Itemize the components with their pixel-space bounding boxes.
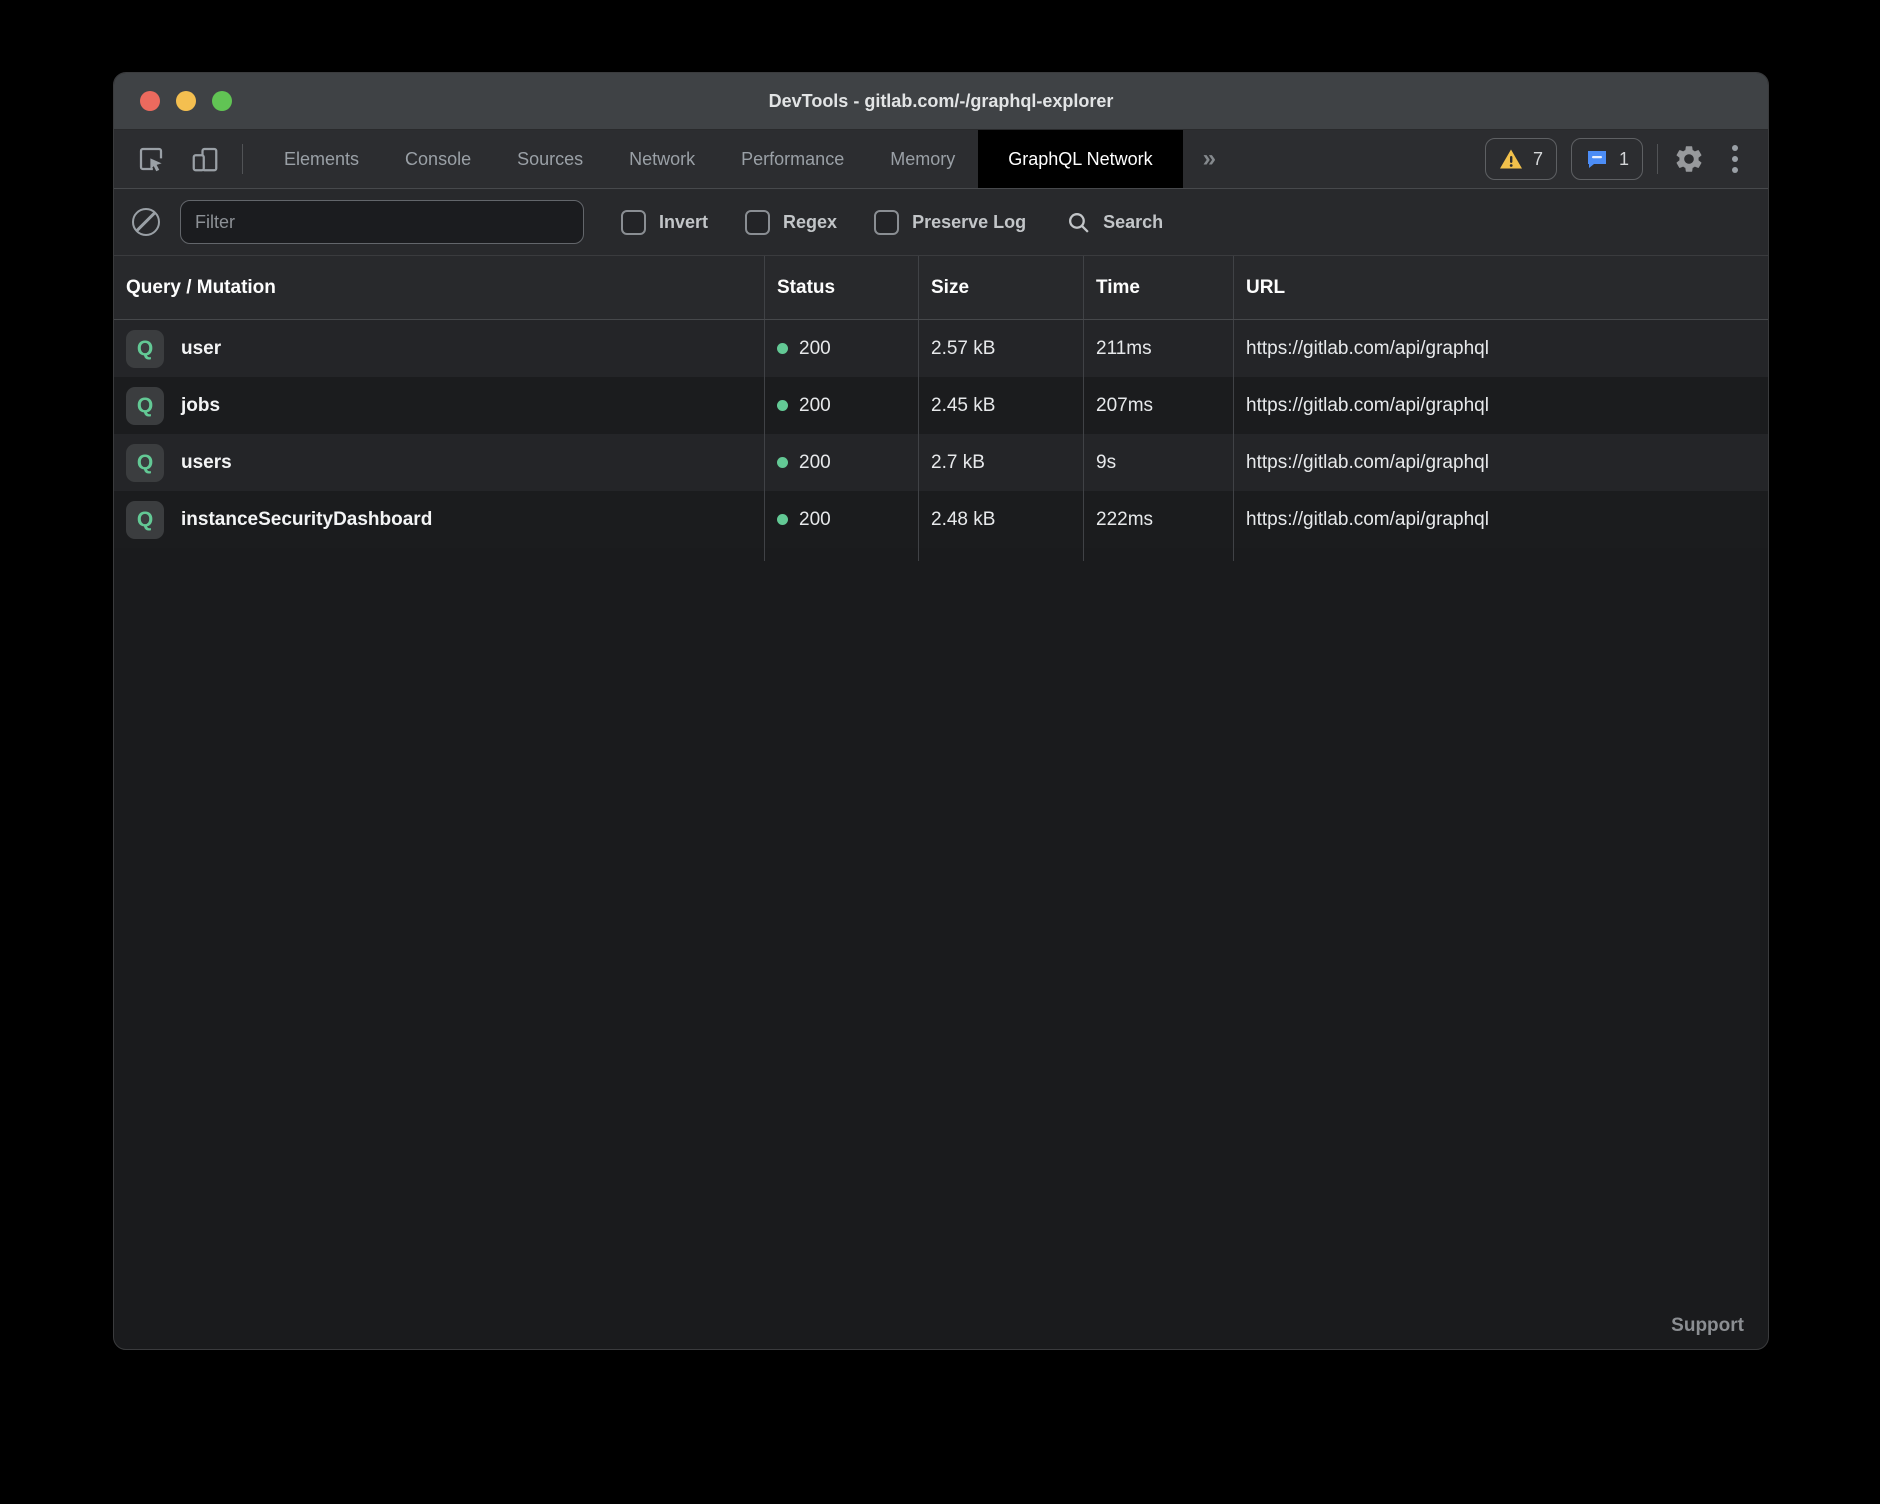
minimize-icon[interactable] bbox=[176, 91, 196, 111]
query-type-icon: Q bbox=[126, 330, 164, 368]
table-header-row: Query / Mutation Status Size Time URL bbox=[114, 256, 1768, 320]
invert-checkbox[interactable] bbox=[621, 210, 646, 235]
requests-table: Query / Mutation Status Size Time URL Q … bbox=[114, 256, 1768, 561]
more-tabs-button[interactable]: » bbox=[1183, 130, 1236, 188]
filter-bar: Invert Regex Preserve Log Search bbox=[114, 189, 1768, 256]
query-name: jobs bbox=[181, 395, 220, 417]
column-header-status[interactable]: Status bbox=[764, 256, 918, 319]
tab-memory[interactable]: Memory bbox=[867, 130, 978, 188]
toolbar-divider bbox=[1657, 144, 1658, 174]
message-count: 1 bbox=[1619, 149, 1629, 170]
status-code: 200 bbox=[799, 338, 831, 360]
invert-checkbox-label: Invert bbox=[659, 212, 708, 233]
response-size: 2.7 kB bbox=[931, 452, 985, 474]
search-button[interactable]: Search bbox=[1066, 210, 1163, 235]
response-size: 2.57 kB bbox=[931, 338, 995, 360]
request-row[interactable]: Q instanceSecurityDashboard 200 2.48 kB … bbox=[114, 491, 1768, 548]
request-row[interactable]: Q jobs 200 2.45 kB 207ms https://gitlab.… bbox=[114, 377, 1768, 434]
window-title: DevTools - gitlab.com/-/graphql-explorer bbox=[769, 91, 1114, 112]
titlebar: DevTools - gitlab.com/-/graphql-explorer bbox=[114, 73, 1768, 130]
regex-checkbox-label: Regex bbox=[783, 212, 837, 233]
toolbar-left-icons bbox=[114, 130, 261, 188]
gear-icon[interactable] bbox=[1672, 142, 1706, 176]
query-type-icon: Q bbox=[126, 501, 164, 539]
request-row[interactable]: Q users 200 2.7 kB 9s https://gitlab.com… bbox=[114, 434, 1768, 491]
search-label: Search bbox=[1103, 212, 1163, 233]
preserve-log-checkbox-label: Preserve Log bbox=[912, 212, 1026, 233]
support-link[interactable]: Support bbox=[1671, 1315, 1744, 1337]
tab-sources[interactable]: Sources bbox=[494, 130, 606, 188]
device-toolbar-icon[interactable] bbox=[188, 142, 222, 176]
invert-checkbox-group[interactable]: Invert bbox=[621, 210, 708, 235]
column-header-url[interactable]: URL bbox=[1233, 256, 1768, 319]
panel-tabs: ElementsConsoleSourcesNetworkPerformance… bbox=[261, 130, 1183, 188]
devtools-toolbar: ElementsConsoleSourcesNetworkPerformance… bbox=[114, 130, 1768, 189]
toolbar-divider bbox=[242, 144, 243, 174]
toolbar-right: 7 1 bbox=[1485, 130, 1768, 188]
request-url: https://gitlab.com/api/graphql bbox=[1246, 452, 1489, 474]
block-icon[interactable] bbox=[132, 208, 160, 236]
request-row[interactable]: Q user 200 2.57 kB 211ms https://gitlab.… bbox=[114, 320, 1768, 377]
status-ok-icon bbox=[777, 343, 788, 354]
tab-network[interactable]: Network bbox=[606, 130, 718, 188]
request-url: https://gitlab.com/api/graphql bbox=[1246, 395, 1489, 417]
status-ok-icon bbox=[777, 514, 788, 525]
preserve-log-checkbox[interactable] bbox=[874, 210, 899, 235]
warning-count: 7 bbox=[1533, 149, 1543, 170]
devtools-window: DevTools - gitlab.com/-/graphql-explorer… bbox=[113, 72, 1769, 1350]
close-icon[interactable] bbox=[140, 91, 160, 111]
inspect-cursor-icon[interactable] bbox=[134, 142, 168, 176]
status-code: 200 bbox=[799, 509, 831, 531]
response-time: 207ms bbox=[1096, 395, 1153, 417]
column-header-query-mutation[interactable]: Query / Mutation bbox=[114, 256, 764, 319]
query-name: user bbox=[181, 338, 221, 360]
tab-performance[interactable]: Performance bbox=[718, 130, 867, 188]
kebab-menu-icon[interactable] bbox=[1720, 142, 1750, 176]
traffic-lights bbox=[140, 73, 232, 129]
response-size: 2.48 kB bbox=[931, 509, 995, 531]
tab-graphql-network[interactable]: GraphQL Network bbox=[978, 130, 1182, 188]
request-url: https://gitlab.com/api/graphql bbox=[1246, 338, 1489, 360]
search-icon bbox=[1066, 210, 1091, 235]
status-ok-icon bbox=[777, 400, 788, 411]
zoom-icon[interactable] bbox=[212, 91, 232, 111]
column-header-size[interactable]: Size bbox=[918, 256, 1083, 319]
filter-input[interactable] bbox=[180, 200, 584, 244]
table-body: Q user 200 2.57 kB 211ms https://gitlab.… bbox=[114, 320, 1768, 548]
query-name: users bbox=[181, 452, 232, 474]
regex-checkbox[interactable] bbox=[745, 210, 770, 235]
chat-bubble-icon bbox=[1585, 147, 1609, 171]
tab-elements[interactable]: Elements bbox=[261, 130, 382, 188]
response-size: 2.45 kB bbox=[931, 395, 995, 417]
status-code: 200 bbox=[799, 452, 831, 474]
response-time: 211ms bbox=[1096, 338, 1152, 360]
query-type-icon: Q bbox=[126, 444, 164, 482]
column-header-time[interactable]: Time bbox=[1083, 256, 1233, 319]
preserve-log-checkbox-group[interactable]: Preserve Log bbox=[874, 210, 1026, 235]
query-type-icon: Q bbox=[126, 387, 164, 425]
tab-console[interactable]: Console bbox=[382, 130, 494, 188]
query-name: instanceSecurityDashboard bbox=[181, 509, 432, 531]
column-separator-tail bbox=[114, 548, 1768, 561]
request-url: https://gitlab.com/api/graphql bbox=[1246, 509, 1489, 531]
console-messages-badge[interactable]: 1 bbox=[1571, 138, 1643, 180]
warning-triangle-icon bbox=[1499, 148, 1523, 170]
status-code: 200 bbox=[799, 395, 831, 417]
response-time: 9s bbox=[1096, 452, 1116, 474]
status-ok-icon bbox=[777, 457, 788, 468]
response-time: 222ms bbox=[1096, 509, 1153, 531]
issues-warning-badge[interactable]: 7 bbox=[1485, 138, 1557, 180]
regex-checkbox-group[interactable]: Regex bbox=[745, 210, 837, 235]
